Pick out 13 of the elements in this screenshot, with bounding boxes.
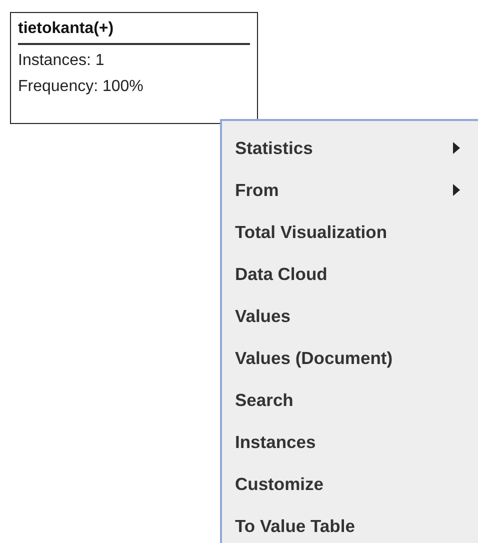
menu-item[interactable]: From	[222, 169, 478, 211]
menu-item[interactable]: Total Visualization	[222, 211, 478, 253]
menu-item[interactable]: Values (Document)	[222, 337, 478, 379]
menu-item[interactable]: Data Cloud	[222, 253, 478, 295]
node-title: tietokanta(+)	[18, 17, 250, 45]
menu-item[interactable]: Statistics	[222, 127, 478, 169]
node-info: Frequency: 100%	[18, 77, 144, 97]
menu-item[interactable]: Search	[222, 379, 478, 421]
menu-item[interactable]: Instances	[222, 421, 478, 463]
node-info: Instances: 1	[18, 51, 106, 71]
menu-item[interactable]: Customize	[222, 463, 478, 505]
menu-item[interactable]: To Value Table	[222, 505, 478, 543]
menu-item[interactable]: Values	[222, 295, 478, 337]
